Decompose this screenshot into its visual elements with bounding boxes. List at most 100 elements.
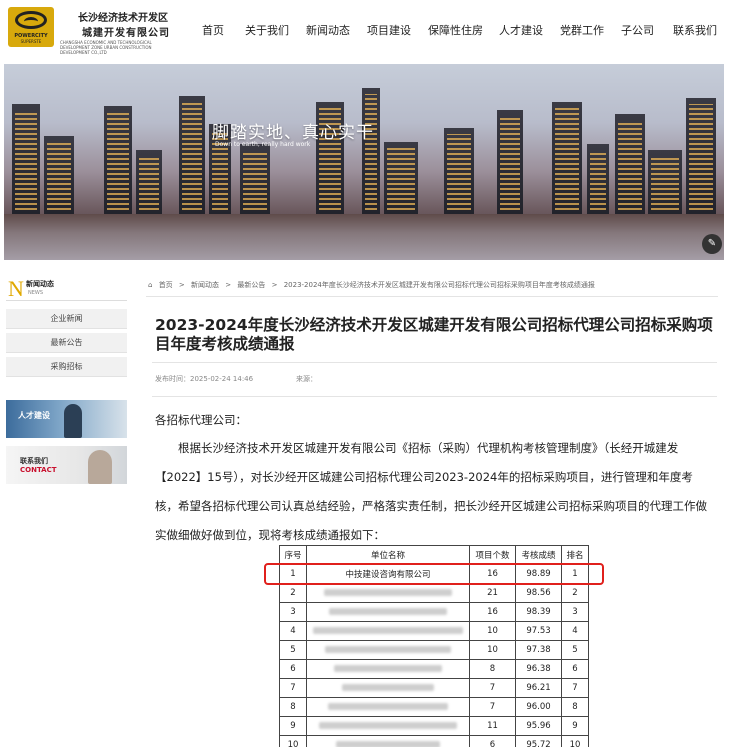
col-header-company: 单位名称 bbox=[306, 545, 470, 565]
row-number: 4 bbox=[279, 621, 307, 641]
table-row: 3 16 98.39 3 bbox=[279, 602, 589, 622]
nav-home[interactable]: 首页 bbox=[202, 22, 224, 38]
nav-about[interactable]: 关于我们 bbox=[245, 22, 289, 38]
nav-talent[interactable]: 人才建设 bbox=[499, 22, 543, 38]
breadcrumb: ⌂ 首页 > 新闻动态 > 最新公告 > 2023-2024年度长沙经济技术开发… bbox=[148, 280, 599, 290]
company-name bbox=[306, 640, 470, 660]
table-header-row: 序号 单位名称 项目个数 考核成绩 排名 bbox=[279, 545, 589, 565]
edit-icon[interactable]: ✎ bbox=[702, 234, 722, 254]
article-body: 根据长沙经济技术开发区城建开发有限公司《招标（采购）代理机构考核管理制度》（长经… bbox=[155, 441, 707, 542]
table-row: 8 7 96.00 8 bbox=[279, 697, 589, 717]
project-count: 10 bbox=[469, 621, 516, 641]
project-count: 11 bbox=[469, 716, 516, 736]
sidebar-divider bbox=[6, 300, 127, 301]
skyline-building bbox=[686, 98, 716, 214]
table-row: 4 10 97.53 4 bbox=[279, 621, 589, 641]
row-number: 2 bbox=[279, 583, 307, 603]
sidebar-item-company-news[interactable]: 企业新闻 bbox=[6, 309, 127, 329]
sidebar-item-procurement[interactable]: 采购招标 bbox=[6, 357, 127, 377]
breadcrumb-home[interactable]: 首页 bbox=[159, 281, 173, 289]
project-count: 7 bbox=[469, 678, 516, 698]
company-name bbox=[306, 602, 470, 622]
sidebar-title: 新闻动态 bbox=[26, 280, 54, 288]
redacted-company-name bbox=[334, 665, 442, 672]
table-row: 6 8 96.38 6 bbox=[279, 659, 589, 679]
rank: 3 bbox=[561, 602, 589, 622]
nav-contact[interactable]: 联系我们 bbox=[673, 22, 717, 38]
skyline-building bbox=[552, 102, 582, 214]
assessment-score: 98.56 bbox=[515, 583, 562, 603]
col-header-rank: 排名 bbox=[561, 545, 589, 565]
company-logo[interactable]: POWERCITY SUPERSTE bbox=[8, 7, 54, 47]
title-divider bbox=[152, 362, 717, 363]
article-salutation: 各招标代理公司： bbox=[155, 413, 247, 427]
contact-card[interactable]: 联系我们 CONTACT bbox=[6, 446, 127, 484]
person-silhouette-icon bbox=[64, 404, 82, 438]
project-count: 16 bbox=[469, 602, 516, 622]
row-number: 10 bbox=[279, 735, 307, 747]
logo-text-line2: SUPERSTE bbox=[20, 39, 42, 44]
redacted-company-name bbox=[329, 608, 447, 615]
talent-card-label: 人才建设 bbox=[18, 411, 50, 420]
breadcrumb-notices[interactable]: 最新公告 bbox=[237, 281, 265, 289]
breadcrumb-news[interactable]: 新闻动态 bbox=[191, 281, 219, 289]
rank: 2 bbox=[561, 583, 589, 603]
nav-subsidiaries[interactable]: 子公司 bbox=[621, 22, 654, 38]
meta-divider bbox=[152, 396, 717, 397]
nav-housing[interactable]: 保障性住房 bbox=[428, 22, 483, 38]
skyline-building bbox=[497, 110, 523, 214]
rank: 8 bbox=[561, 697, 589, 717]
score-table-body: 1 中技建设咨询有限公司 16 98.89 1 2 21 98.56 2 3 16 98.39 3 4 10… bbox=[279, 564, 589, 747]
table-row: 9 11 95.96 9 bbox=[279, 716, 589, 736]
table-row: 10 6 95.72 10 bbox=[279, 735, 589, 747]
redacted-company-name bbox=[319, 722, 457, 729]
nav-projects[interactable]: 项目建设 bbox=[367, 22, 411, 38]
col-header-count: 项目个数 bbox=[469, 545, 516, 565]
skyline-building bbox=[240, 144, 270, 214]
assessment-score: 96.38 bbox=[515, 659, 562, 679]
breadcrumb-separator: > bbox=[271, 281, 278, 289]
rank: 10 bbox=[561, 735, 589, 747]
project-count: 8 bbox=[469, 659, 516, 679]
redacted-company-name bbox=[342, 684, 434, 691]
article-source: 来源： bbox=[296, 375, 317, 383]
skyline-building bbox=[104, 106, 132, 214]
sidebar-title-english: NEWS bbox=[28, 290, 44, 296]
contact-card-label: 联系我们 bbox=[20, 457, 48, 465]
skyline-building bbox=[179, 96, 205, 214]
rank: 9 bbox=[561, 716, 589, 736]
company-name bbox=[306, 659, 470, 679]
skyline-building bbox=[444, 128, 474, 214]
col-header-no: 序号 bbox=[279, 545, 307, 565]
nav-news[interactable]: 新闻动态 bbox=[306, 22, 350, 38]
company-name-line2: 城建开发有限公司 bbox=[82, 28, 170, 39]
redacted-company-name bbox=[336, 741, 440, 747]
table-row: 7 7 96.21 7 bbox=[279, 678, 589, 698]
project-count: 6 bbox=[469, 735, 516, 747]
skyline-building bbox=[648, 150, 682, 214]
article-title: 2023-2024年度长沙经济技术开发区城建开发有限公司招标代理公司招标采购项目… bbox=[155, 316, 713, 353]
row-number: 9 bbox=[279, 716, 307, 736]
sidebar-title-letter: N bbox=[8, 276, 24, 301]
banner-slogan: 脚踏实地、真心实干 bbox=[212, 123, 374, 143]
skyline-building bbox=[587, 144, 609, 214]
rank: 7 bbox=[561, 678, 589, 698]
row-number: 8 bbox=[279, 697, 307, 717]
row-number: 7 bbox=[279, 678, 307, 698]
project-count: 21 bbox=[469, 583, 516, 603]
row-number: 5 bbox=[279, 640, 307, 660]
skyline-building bbox=[384, 142, 418, 214]
redacted-company-name bbox=[325, 646, 451, 653]
rank: 4 bbox=[561, 621, 589, 641]
assessment-score: 95.96 bbox=[515, 716, 562, 736]
skyline-building bbox=[12, 104, 40, 214]
breadcrumb-current: 2023-2024年度长沙经济技术开发区城建开发有限公司招标代理公司招标采购项目… bbox=[283, 281, 595, 289]
assessment-score: 96.21 bbox=[515, 678, 562, 698]
assessment-score: 97.38 bbox=[515, 640, 562, 660]
project-count: 7 bbox=[469, 697, 516, 717]
company-name-english: CHANGSHA ECONOMIC AND TECHNOLOGICAL DEVE… bbox=[60, 40, 152, 55]
talent-card[interactable]: 人才建设 bbox=[6, 400, 127, 438]
nav-party[interactable]: 党群工作 bbox=[560, 22, 604, 38]
site-header: POWERCITY SUPERSTE 长沙经济技术开发区 城建开发有限公司 CH… bbox=[0, 0, 741, 58]
sidebar-item-latest-notices[interactable]: 最新公告 bbox=[6, 333, 127, 353]
